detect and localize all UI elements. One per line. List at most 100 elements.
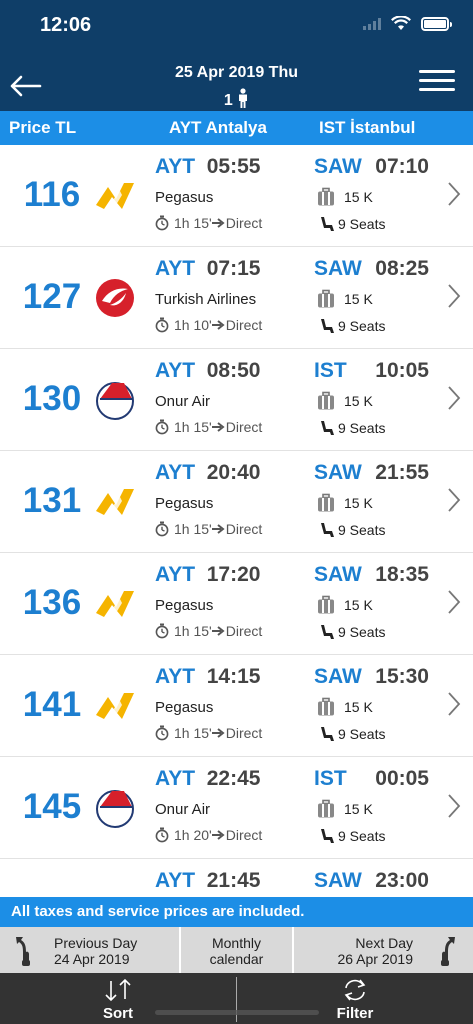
baggage-icon bbox=[318, 289, 334, 308]
clock-icon bbox=[155, 317, 169, 333]
arrival-time: 15:30 bbox=[375, 665, 429, 688]
seat-icon bbox=[321, 319, 334, 333]
filter-button[interactable]: Filter bbox=[237, 973, 473, 1024]
seats-value: 9 Seats bbox=[338, 726, 386, 742]
day-navigation-bar: Previous Day 24 Apr 2019 Monthly calenda… bbox=[0, 927, 473, 973]
departure: AYT 07:15 bbox=[155, 257, 260, 281]
flight-row[interactable]: 130 AYT 08:50 IST 10:05 Onur Air 1h 15' Direct… bbox=[0, 349, 473, 451]
airline-name: Pegasus bbox=[155, 699, 214, 716]
flight-duration: 1h 15' Direct bbox=[155, 725, 262, 741]
baggage-allowance: 15 K bbox=[316, 595, 373, 615]
flight-duration: 1h 15' Direct bbox=[155, 419, 262, 435]
monthly-calendar-button[interactable]: Monthly calendar bbox=[181, 927, 292, 973]
arrival-time: 10:05 bbox=[375, 359, 429, 382]
baggage-allowance: 15 K bbox=[316, 187, 373, 207]
arrival-code: IST bbox=[314, 359, 347, 382]
duration-value: 1h 15' bbox=[174, 725, 212, 741]
baggage-value: 15 K bbox=[344, 801, 373, 817]
flight-row[interactable]: 136 AYT 17:20 SAW 18:35 Pegasus 1h 15' Direct 1… bbox=[0, 553, 473, 655]
departure-time: 07:15 bbox=[206, 257, 261, 280]
seats-available: 9 Seats bbox=[318, 827, 385, 845]
departure: AYT 22:45 bbox=[155, 767, 260, 791]
pegasus-logo-icon bbox=[94, 481, 136, 523]
flight-duration: 1h 20' Direct bbox=[155, 827, 262, 843]
chevron-right-icon bbox=[448, 488, 461, 512]
sort-button[interactable]: Sort bbox=[0, 973, 236, 1024]
flight-row[interactable]: 127 AYT 07:15 SAW 08:25 Turkish Airlines 1h 1… bbox=[0, 247, 473, 349]
baggage-value: 15 K bbox=[344, 189, 373, 205]
arrival-time: 21:55 bbox=[375, 461, 429, 484]
seat-icon bbox=[321, 829, 334, 843]
arrival: SAW 07:10 bbox=[314, 155, 429, 179]
next-day-label: Next Day bbox=[355, 935, 413, 951]
arrival-code: SAW bbox=[314, 869, 362, 892]
menu-button[interactable] bbox=[419, 70, 455, 98]
departure-code: AYT bbox=[155, 767, 196, 790]
duration-value: 1h 15' bbox=[174, 215, 212, 231]
departure-code: AYT bbox=[155, 665, 196, 688]
onur-air-logo-icon bbox=[94, 379, 136, 421]
airline-name: Turkish Airlines bbox=[155, 291, 257, 308]
departure: AYT 05:55 bbox=[155, 155, 260, 179]
baggage-value: 15 K bbox=[344, 291, 373, 307]
header: 12:06 25 Apr 2019 Thu 1 bbox=[0, 0, 473, 111]
chevron-right-icon bbox=[448, 386, 461, 410]
seats-value: 9 Seats bbox=[338, 318, 386, 334]
baggage-allowance: 15 K bbox=[316, 391, 373, 411]
column-header-bar: Price TL AYT Antalya IST İstanbul bbox=[0, 111, 473, 145]
flight-row[interactable]: 141 AYT 14:15 SAW 15:30 Pegasus 1h 15' Direct 1… bbox=[0, 655, 473, 757]
baggage-value: 15 K bbox=[344, 699, 373, 715]
next-day-button[interactable]: Next Day 26 Apr 2019 bbox=[294, 927, 473, 973]
duration-value: 1h 10' bbox=[174, 317, 212, 333]
flight-duration: 1h 15' Direct bbox=[155, 521, 262, 537]
flight-row[interactable]: AYT 21:45 SAW 23:00 bbox=[0, 859, 473, 897]
passenger-count-value: 1 bbox=[223, 92, 233, 109]
arrival-time: 08:25 bbox=[375, 257, 429, 280]
passenger-count: 1 bbox=[0, 88, 473, 110]
previous-day-label: Previous Day bbox=[54, 935, 138, 951]
seat-icon bbox=[321, 523, 334, 537]
arrival-code: SAW bbox=[314, 155, 362, 178]
app-screen: 12:06 25 Apr 2019 Thu 1 Price TL AYT Ant… bbox=[0, 0, 473, 1024]
duration-value: 1h 20' bbox=[174, 827, 212, 843]
departure-code: AYT bbox=[155, 257, 196, 280]
clock-icon bbox=[155, 215, 169, 231]
arrival-time: 00:05 bbox=[375, 767, 429, 790]
baggage-icon bbox=[318, 187, 334, 206]
departure-code: AYT bbox=[155, 155, 196, 178]
baggage-icon bbox=[318, 595, 334, 614]
seats-value: 9 Seats bbox=[338, 624, 386, 640]
arrival-time: 23:00 bbox=[375, 869, 429, 892]
departure-time: 17:20 bbox=[206, 563, 261, 586]
chevron-right-icon bbox=[448, 284, 461, 308]
departure: AYT 17:20 bbox=[155, 563, 260, 587]
baggage-value: 15 K bbox=[344, 393, 373, 409]
departure: AYT 08:50 bbox=[155, 359, 260, 383]
flight-row[interactable]: 145 AYT 22:45 IST 00:05 Onur Air 1h 20' Direct… bbox=[0, 757, 473, 859]
flight-type: Direct bbox=[225, 725, 263, 741]
arrival-code: SAW bbox=[314, 257, 362, 280]
departure-time: 14:15 bbox=[206, 665, 261, 688]
baggage-value: 15 K bbox=[344, 495, 373, 511]
status-icons bbox=[363, 16, 452, 31]
direct-arrow-icon bbox=[211, 830, 225, 840]
departure-code: AYT bbox=[155, 563, 196, 586]
onur-air-logo-icon bbox=[94, 787, 136, 829]
direct-arrow-icon bbox=[211, 218, 225, 228]
flight-row[interactable]: 116 AYT 05:55 SAW 07:10 Pegasus 1h 15' Direct 1… bbox=[0, 145, 473, 247]
home-indicator bbox=[155, 1010, 319, 1015]
departure-code: AYT bbox=[155, 461, 196, 484]
arrival: IST 10:05 bbox=[314, 359, 429, 383]
seat-icon bbox=[321, 727, 334, 741]
seat-icon bbox=[321, 217, 334, 231]
price-column-header: Price TL bbox=[9, 118, 77, 137]
status-time: 12:06 bbox=[40, 14, 92, 36]
flight-type: Direct bbox=[225, 419, 263, 435]
clock-icon bbox=[155, 827, 169, 843]
next-day-date: 26 Apr 2019 bbox=[337, 951, 413, 967]
pegasus-logo-icon bbox=[94, 175, 136, 217]
previous-day-button[interactable]: Previous Day 24 Apr 2019 bbox=[0, 927, 179, 973]
person-icon bbox=[239, 88, 248, 108]
flight-row[interactable]: 131 AYT 20:40 SAW 21:55 Pegasus 1h 15' Direct 1… bbox=[0, 451, 473, 553]
arrival: IST 00:05 bbox=[314, 767, 429, 791]
